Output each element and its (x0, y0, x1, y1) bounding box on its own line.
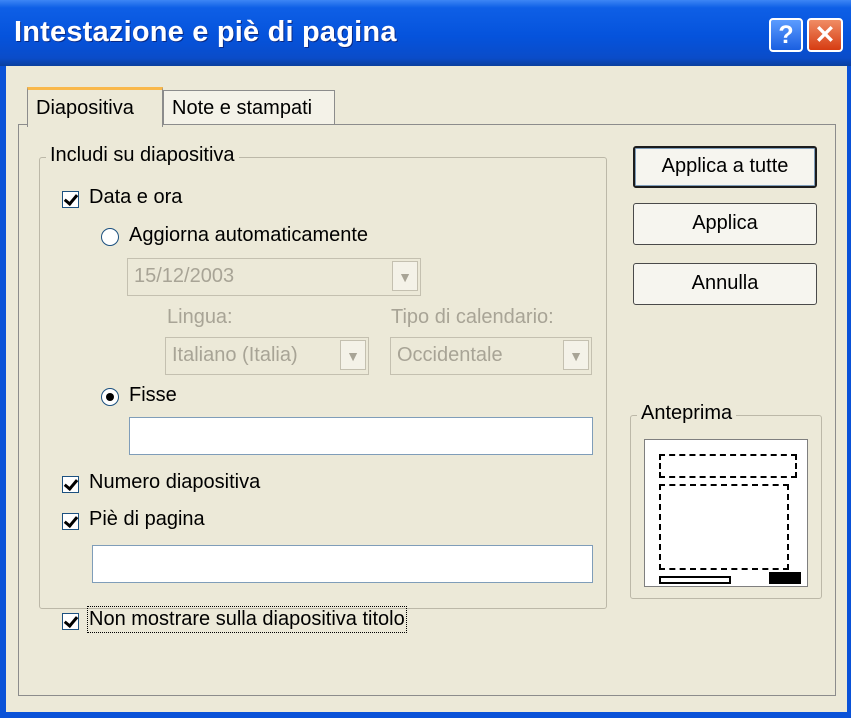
dialog-window: Intestazione e piè di pagina ? ✕ Diaposi… (0, 0, 851, 718)
dont-show-on-title-checkbox[interactable] (62, 612, 79, 630)
checkmark-icon (63, 475, 79, 492)
language-value: Italiano (Italia) (172, 344, 298, 366)
footer-input[interactable] (92, 545, 593, 583)
fixed-date-input[interactable] (129, 417, 593, 455)
close-button[interactable]: ✕ (807, 18, 843, 52)
chevron-down-icon[interactable]: ▼ (340, 340, 366, 370)
tab-diapositiva[interactable]: Diapositiva (27, 87, 163, 127)
language-label: Lingua: (167, 306, 233, 328)
date-time-checkbox[interactable] (62, 190, 79, 208)
title-placeholder (659, 454, 797, 478)
auto-update-radio[interactable] (101, 228, 119, 246)
apply-to-all-button[interactable]: Applica a tutte (633, 146, 817, 188)
checkmark-icon (63, 612, 79, 629)
footer-placeholder (659, 576, 731, 584)
dialog-client-area: Diapositiva Note e stampati Includi su d… (6, 66, 847, 712)
chevron-down-icon[interactable]: ▼ (392, 261, 418, 291)
preview-label: Anteprima (637, 402, 737, 425)
fixed-radio[interactable] (101, 388, 119, 406)
calendar-type-select[interactable]: Occidentale ▼ (390, 337, 592, 375)
date-format-select[interactable]: 15/12/2003 ▼ (127, 258, 421, 296)
tab-label: Note e stampati (172, 97, 313, 119)
group-label: Includi su diapositiva (46, 144, 239, 167)
slide-number-label[interactable]: Numero diapositiva (89, 471, 260, 494)
tab-label: Diapositiva (36, 97, 134, 119)
fixed-label[interactable]: Fisse (129, 384, 177, 407)
help-button[interactable]: ? (769, 18, 803, 52)
checkmark-icon (63, 190, 79, 207)
dont-show-on-title-label[interactable]: Non mostrare sulla diapositiva titolo (87, 606, 407, 633)
title-bar[interactable]: Intestazione e piè di pagina ? ✕ (0, 0, 851, 66)
slide-number-placeholder (769, 572, 801, 584)
calendar-type-label: Tipo di calendario: (391, 306, 554, 328)
footer-label[interactable]: Piè di pagina (89, 508, 205, 531)
calendar-type-value: Occidentale (397, 344, 503, 366)
date-format-value: 15/12/2003 (134, 265, 235, 287)
apply-button[interactable]: Applica (633, 203, 817, 245)
cancel-button[interactable]: Annulla (633, 263, 817, 305)
date-time-label[interactable]: Data e ora (89, 186, 182, 209)
chevron-down-icon[interactable]: ▼ (563, 340, 589, 370)
radio-selected-dot (106, 393, 114, 401)
tab-panel: Includi su diapositiva Data e ora Aggior… (18, 124, 836, 696)
checkmark-icon (63, 512, 79, 529)
auto-update-label[interactable]: Aggiorna automaticamente (129, 224, 368, 247)
close-icon: ✕ (814, 21, 836, 49)
help-icon: ? (778, 21, 794, 49)
body-placeholder (659, 484, 789, 570)
slide-number-checkbox[interactable] (62, 475, 79, 493)
tab-note-e-stampati[interactable]: Note e stampati (163, 90, 335, 125)
dialog-title: Intestazione e piè di pagina (14, 16, 397, 48)
slide-preview (644, 439, 808, 587)
language-select[interactable]: Italiano (Italia) ▼ (165, 337, 369, 375)
footer-checkbox[interactable] (62, 512, 79, 530)
